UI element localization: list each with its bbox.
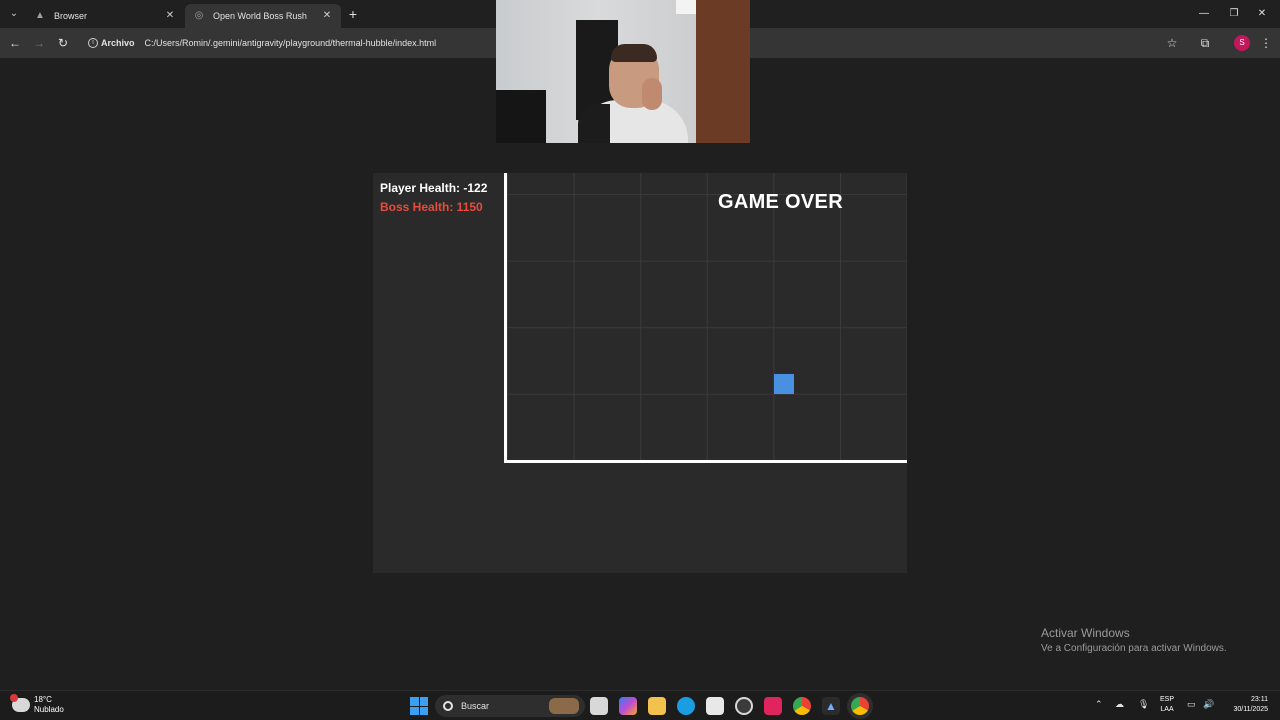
game-over-text: GAME OVER — [718, 191, 843, 213]
person-hand — [642, 78, 662, 110]
more-menu-icon[interactable]: ⋮ — [1257, 34, 1275, 52]
network-icon[interactable]: ▭ — [1187, 699, 1196, 710]
store-icon[interactable] — [706, 697, 724, 715]
info-icon[interactable]: i — [88, 38, 98, 48]
task-view-icon[interactable] — [590, 697, 608, 715]
activate-windows-watermark: Activar Windows Ve a Configuración para … — [1041, 626, 1227, 654]
forward-icon[interactable]: → — [30, 34, 48, 52]
tab-title: Open World Boss Rush — [213, 11, 307, 21]
windows-start-icon[interactable] — [410, 697, 428, 715]
tray-chevron-icon[interactable]: ⌃ — [1095, 699, 1103, 710]
chrome-active-icon[interactable] — [851, 697, 869, 715]
file-explorer-icon[interactable] — [648, 697, 666, 715]
taskbar-search[interactable]: Buscar — [435, 695, 585, 717]
reload-icon[interactable]: ↻ — [54, 34, 72, 52]
new-tab-button[interactable]: + — [345, 6, 361, 22]
weather-widget[interactable]: 18°C Nublado — [10, 694, 64, 715]
microphone-icon[interactable]: 🎙 — [1138, 699, 1149, 710]
globe-favicon-icon: ◎ — [194, 10, 204, 21]
close-tab-icon[interactable]: ✕ — [164, 10, 176, 22]
boss-health: Boss Health: 1150 — [380, 200, 483, 214]
webcam-overlay — [496, 0, 750, 143]
bookmark-star-icon[interactable]: ☆ — [1163, 34, 1181, 52]
file-chip[interactable]: Archivo — [101, 38, 135, 48]
watermark-subtitle: Ve a Configuración para activar Windows. — [1041, 643, 1227, 654]
tab-open-world-boss-rush[interactable]: ◎ Open World Boss Rush ✕ — [185, 4, 341, 28]
tab-search-menu-icon[interactable]: ⌄ — [6, 6, 22, 22]
restore-icon[interactable]: ❐ — [1224, 6, 1244, 22]
copilot-icon[interactable] — [619, 697, 637, 715]
minimize-icon[interactable]: — — [1194, 6, 1214, 22]
date: 30/11/2025 — [1233, 706, 1268, 713]
player-sprite — [774, 374, 794, 394]
taskbar: 18°C Nublado Buscar ▲ ⌃ ☁ 🎙 ESP LAA ▭ 🔊 … — [0, 690, 1280, 720]
chatgpt-icon[interactable] — [735, 697, 753, 715]
lang-layout: LAA — [1160, 706, 1174, 713]
extensions-icon[interactable]: ⧉ — [1196, 34, 1214, 52]
game-arena[interactable]: GAME OVER — [504, 173, 907, 463]
game-container[interactable]: Player Health: -122 Boss Health: 1150 GA… — [373, 173, 907, 573]
clock[interactable]: 23:11 30/11/2025 — [1226, 695, 1268, 715]
profile-avatar[interactable]: S — [1234, 35, 1250, 51]
player-health: Player Health: -122 — [380, 181, 488, 195]
tiktok-icon[interactable] — [764, 697, 782, 715]
weather-condition: Nublado — [34, 705, 64, 714]
tab-browser[interactable]: ▲ Browser ✕ — [26, 4, 184, 28]
time: 23:11 — [1251, 696, 1268, 703]
search-placeholder: Buscar — [461, 701, 490, 711]
shelf-shape — [696, 0, 750, 143]
url-text[interactable]: C:/Users/Romin/.gemini/antigravity/playg… — [145, 38, 437, 48]
search-icon — [443, 701, 453, 711]
close-tab-icon[interactable]: ✕ — [321, 10, 333, 22]
tab-title: Browser — [54, 11, 88, 21]
watermark-title: Activar Windows — [1041, 626, 1130, 640]
chrome-icon[interactable] — [793, 697, 811, 715]
antigravity-favicon-icon: ▲ — [35, 10, 45, 21]
cloud-icon — [10, 694, 30, 712]
edge-icon[interactable] — [677, 697, 695, 715]
hud: Player Health: -122 Boss Health: 1150 — [380, 181, 487, 214]
lang-code: ESP — [1160, 696, 1175, 703]
back-icon[interactable]: ← — [6, 34, 24, 52]
onedrive-icon[interactable]: ☁ — [1115, 699, 1124, 710]
search-highlight-image — [549, 698, 579, 714]
language-indicator[interactable]: ESP LAA — [1160, 695, 1174, 715]
close-window-icon[interactable]: ✕ — [1252, 6, 1272, 22]
weather-temp: 18°C — [34, 695, 52, 704]
volume-icon[interactable]: 🔊 — [1203, 699, 1214, 710]
chair-shape — [496, 90, 546, 143]
antigravity-icon[interactable]: ▲ — [822, 697, 840, 715]
